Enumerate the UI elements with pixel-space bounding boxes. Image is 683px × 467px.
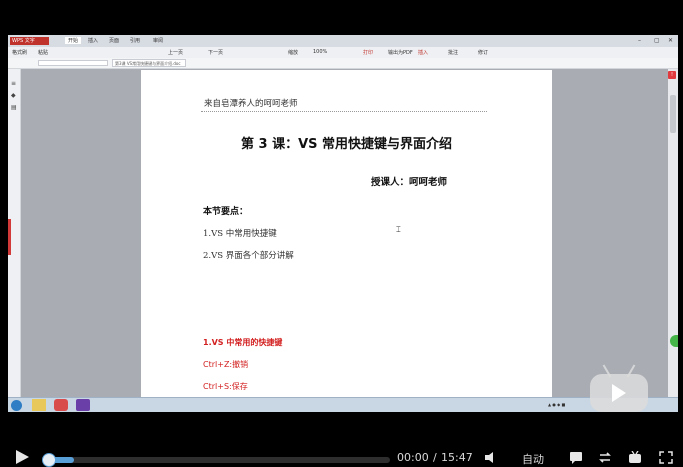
play-icon[interactable]: [14, 449, 30, 465]
close-icon[interactable]: ✕: [668, 37, 673, 44]
app-logo[interactable]: WPS 文字: [10, 37, 49, 45]
lesson-title: 第 3 课：VS 常用快捷键与界面介绍: [240, 137, 453, 152]
progress-knob[interactable]: [42, 453, 56, 467]
instructor-line: 授课人：呵呵老师: [371, 177, 448, 188]
point-item: 1.VS 中常用快捷键: [203, 229, 277, 239]
document-tab-bar: 第3课 VS常用快捷键与界面介绍.doc: [8, 58, 678, 69]
volume-icon[interactable]: [484, 451, 498, 464]
player-controls: 00:00 / 15:47 自动: [0, 444, 683, 467]
zoom-level[interactable]: 100%: [313, 49, 327, 55]
folder-icon[interactable]: [32, 399, 46, 411]
format-painter-button[interactable]: 格式刷: [12, 49, 27, 56]
revise-button[interactable]: 修订: [478, 49, 488, 56]
bilibili-watermark-icon: [588, 364, 652, 414]
comment-icon[interactable]: [569, 451, 583, 464]
tab-insert[interactable]: 插入: [88, 37, 98, 44]
side-widget-icon[interactable]: [670, 335, 678, 347]
tab-start[interactable]: 开始: [65, 37, 82, 44]
zoom-button[interactable]: 缩放: [288, 49, 298, 56]
next-page-button[interactable]: 下一页: [208, 49, 223, 56]
text-cursor-icon: ⌶: [396, 225, 401, 234]
recorded-desktop: WPS 文字 开始 插入 页面 引用 审阅 – ▢ ✕ 格式刷 粘贴 上一页 下…: [8, 35, 678, 412]
tray-icons[interactable]: ▲ ● ◆ ■: [548, 402, 565, 407]
paste-button[interactable]: 粘贴: [38, 49, 48, 56]
point-item: 2.VS 界面各个部分讲解: [203, 251, 294, 261]
badge-icon[interactable]: !: [668, 71, 676, 79]
bilibili-icon[interactable]: [628, 451, 642, 464]
fullscreen-icon[interactable]: [659, 451, 673, 464]
page-icon[interactable]: ▤: [11, 105, 17, 111]
document-tab[interactable]: 第3课 VS常用快捷键与界面介绍.doc: [112, 59, 186, 67]
windows-taskbar: ▲ ● ◆ ■: [8, 397, 678, 412]
insert-button[interactable]: 插入: [418, 49, 428, 56]
path-field[interactable]: [38, 60, 108, 66]
video-letterbox-top: [0, 0, 683, 35]
tab-page[interactable]: 页面: [109, 37, 119, 44]
red-section-heading: 1.VS 中常用的快捷键: [203, 338, 283, 347]
time-separator: /: [433, 451, 437, 464]
document-page: 来自皂潭养人的呵呵老师 第 3 课：VS 常用快捷键与界面介绍 授课人：呵呵老师…: [141, 70, 552, 397]
prev-page-button[interactable]: 上一页: [168, 49, 183, 56]
minimize-icon[interactable]: –: [638, 37, 641, 44]
current-time: 00:00: [397, 451, 429, 464]
tab-review[interactable]: 审阅: [153, 37, 163, 44]
page-header: 来自皂潭养人的呵呵老师: [204, 99, 298, 109]
video-frame: WPS 文字 开始 插入 页面 引用 审阅 – ▢ ✕ 格式刷 粘贴 上一页 下…: [0, 0, 683, 467]
total-time: 15:47: [441, 451, 473, 464]
section-heading: 本节要点：: [203, 207, 249, 217]
export-pdf-button[interactable]: 输出为PDF: [388, 49, 413, 56]
tab-reference[interactable]: 引用: [130, 37, 140, 44]
wps-taskbar-icon[interactable]: [54, 399, 68, 411]
menu-icon[interactable]: ≡: [11, 81, 17, 87]
progress-track[interactable]: [46, 457, 390, 463]
vertical-scrollbar[interactable]: !: [668, 69, 678, 397]
loop-icon[interactable]: [598, 451, 612, 464]
maximize-icon[interactable]: ▢: [654, 37, 660, 44]
comment-button[interactable]: 批注: [448, 49, 458, 56]
left-accent-mark: [8, 219, 11, 255]
scroll-thumb[interactable]: [670, 95, 676, 133]
document-workspace: 来自皂潭养人的呵呵老师 第 3 课：VS 常用快捷键与界面介绍 授课人：呵呵老师…: [21, 69, 668, 397]
left-navigation-bar: ≡ ◆ ▤: [8, 69, 21, 397]
shortcut-line: Ctrl+Z:撤销: [203, 360, 249, 369]
shortcut-line: Ctrl+S:保存: [203, 382, 248, 391]
visual-studio-icon[interactable]: [76, 399, 90, 411]
start-icon[interactable]: [11, 400, 22, 411]
quality-mode[interactable]: 自动: [522, 451, 544, 467]
header-divider: [201, 111, 487, 112]
print-button[interactable]: 打印: [363, 49, 373, 56]
bookmark-icon[interactable]: ◆: [11, 93, 17, 99]
